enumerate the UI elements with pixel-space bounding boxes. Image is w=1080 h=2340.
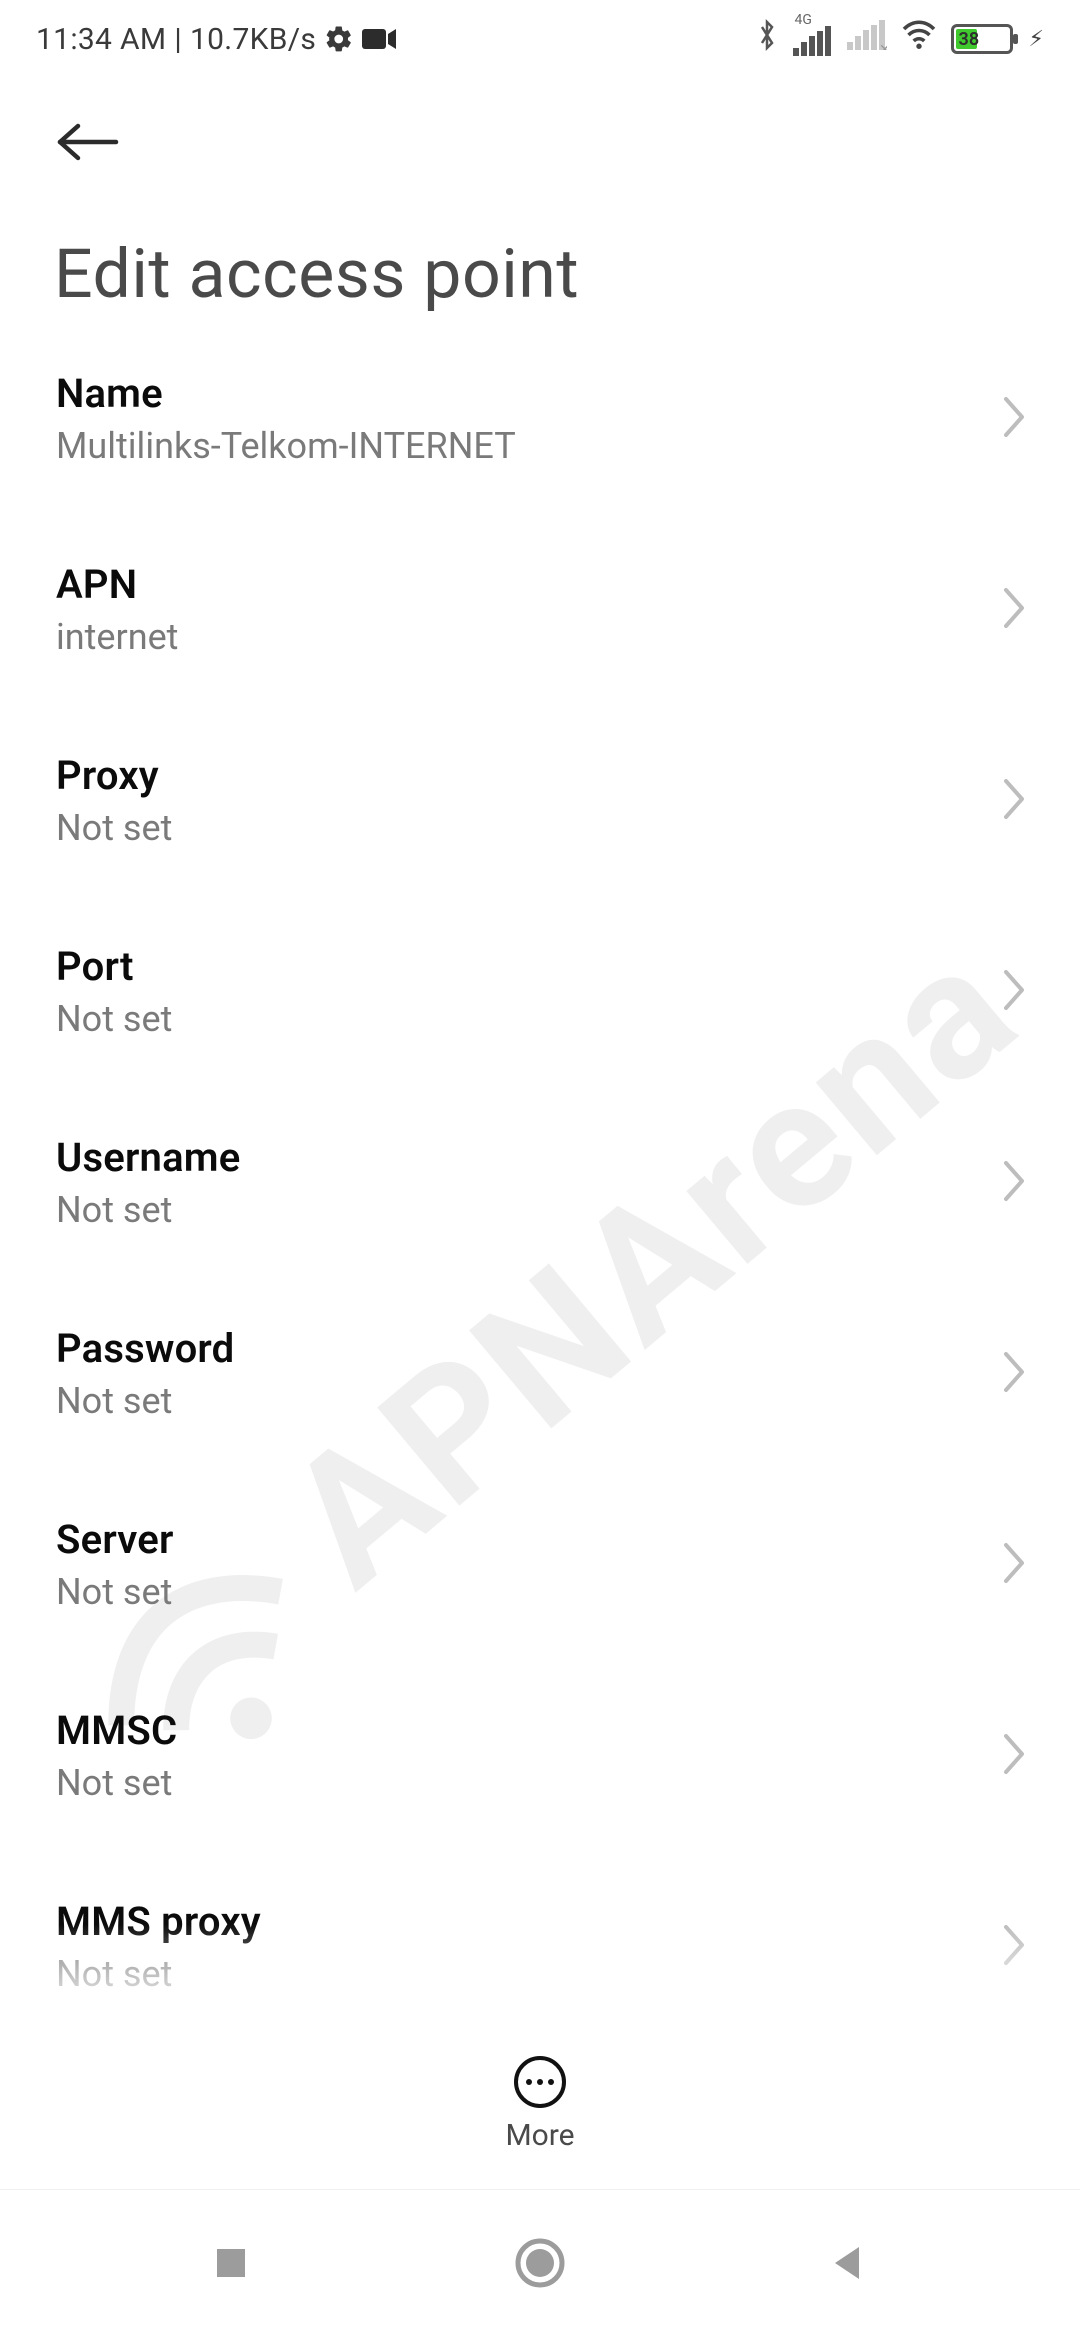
setting-label: Name bbox=[56, 370, 516, 417]
action-bar: More bbox=[0, 2020, 1080, 2190]
setting-row-mmsc[interactable]: MMSC Not set bbox=[0, 1675, 1080, 1836]
more-label: More bbox=[505, 2118, 574, 2153]
setting-row-mms-proxy[interactable]: MMS proxy Not set bbox=[0, 1866, 1080, 2022]
settings-scroll[interactable]: Name Multilinks-Telkom-INTERNET APN inte… bbox=[0, 320, 1080, 2022]
nav-back-button[interactable] bbox=[829, 2243, 869, 2287]
setting-label: Server bbox=[56, 1516, 174, 1563]
chevron-right-icon bbox=[1002, 395, 1028, 443]
chevron-right-icon bbox=[1002, 1159, 1028, 1207]
signal-icon-4g: 4G bbox=[793, 22, 833, 56]
camera-icon bbox=[362, 27, 396, 51]
battery-icon: 38 bbox=[951, 24, 1013, 54]
setting-label: Username bbox=[56, 1134, 240, 1181]
setting-row-username[interactable]: Username Not set bbox=[0, 1102, 1080, 1263]
setting-value: Not set bbox=[56, 807, 172, 849]
gear-icon bbox=[324, 24, 354, 54]
setting-label: MMS proxy bbox=[56, 1898, 261, 1945]
settings-list: Name Multilinks-Telkom-INTERNET APN inte… bbox=[0, 320, 1080, 2022]
setting-label: APN bbox=[56, 561, 178, 608]
status-time: 11:34 AM bbox=[36, 22, 166, 57]
chevron-right-icon bbox=[1002, 1350, 1028, 1398]
setting-value: Not set bbox=[56, 1762, 177, 1804]
setting-label: Password bbox=[56, 1325, 234, 1372]
status-bar: 11:34 AM | 10.7KB/s 4G ✕ 38 ⚡︎ bbox=[0, 0, 1080, 70]
chevron-right-icon bbox=[1002, 1923, 1028, 1971]
more-button[interactable]: More bbox=[505, 2056, 574, 2153]
setting-value: Not set bbox=[56, 1571, 174, 1613]
setting-label: Port bbox=[56, 943, 172, 990]
setting-row-name[interactable]: Name Multilinks-Telkom-INTERNET bbox=[0, 338, 1080, 499]
back-button[interactable] bbox=[52, 122, 124, 162]
chevron-right-icon bbox=[1002, 968, 1028, 1016]
setting-row-server[interactable]: Server Not set bbox=[0, 1484, 1080, 1645]
setting-label: Proxy bbox=[56, 752, 172, 799]
chevron-right-icon bbox=[1002, 1541, 1028, 1589]
setting-row-port[interactable]: Port Not set bbox=[0, 911, 1080, 1072]
setting-value: Not set bbox=[56, 1953, 261, 1995]
svg-text:✕: ✕ bbox=[879, 42, 887, 50]
status-left: 11:34 AM | 10.7KB/s bbox=[36, 22, 396, 57]
battery-percent: 38 bbox=[959, 29, 980, 50]
setting-label: MMSC bbox=[56, 1707, 177, 1754]
status-net-speed: 10.7KB/s bbox=[190, 22, 316, 57]
setting-value: Not set bbox=[56, 1380, 234, 1422]
setting-value: Not set bbox=[56, 998, 172, 1040]
chevron-right-icon bbox=[1002, 777, 1028, 825]
setting-row-proxy[interactable]: Proxy Not set bbox=[0, 720, 1080, 881]
navigation-bar bbox=[0, 2190, 1080, 2340]
charging-icon: ⚡︎ bbox=[1029, 27, 1044, 52]
status-separator: | bbox=[174, 22, 182, 57]
wifi-icon bbox=[901, 20, 937, 58]
status-right: 4G ✕ 38 ⚡︎ bbox=[755, 18, 1044, 60]
chevron-right-icon bbox=[1002, 586, 1028, 634]
nav-recent-button[interactable] bbox=[211, 2243, 251, 2287]
setting-value: Multilinks-Telkom-INTERNET bbox=[56, 425, 516, 467]
setting-value: Not set bbox=[56, 1189, 240, 1231]
signal-icon-nosim: ✕ bbox=[847, 20, 887, 58]
bluetooth-icon bbox=[755, 18, 779, 60]
setting-row-apn[interactable]: APN internet bbox=[0, 529, 1080, 690]
setting-row-password[interactable]: Password Not set bbox=[0, 1293, 1080, 1454]
more-icon bbox=[514, 2056, 566, 2108]
setting-value: internet bbox=[56, 616, 178, 658]
nav-home-button[interactable] bbox=[514, 2237, 566, 2293]
chevron-right-icon bbox=[1002, 1732, 1028, 1780]
